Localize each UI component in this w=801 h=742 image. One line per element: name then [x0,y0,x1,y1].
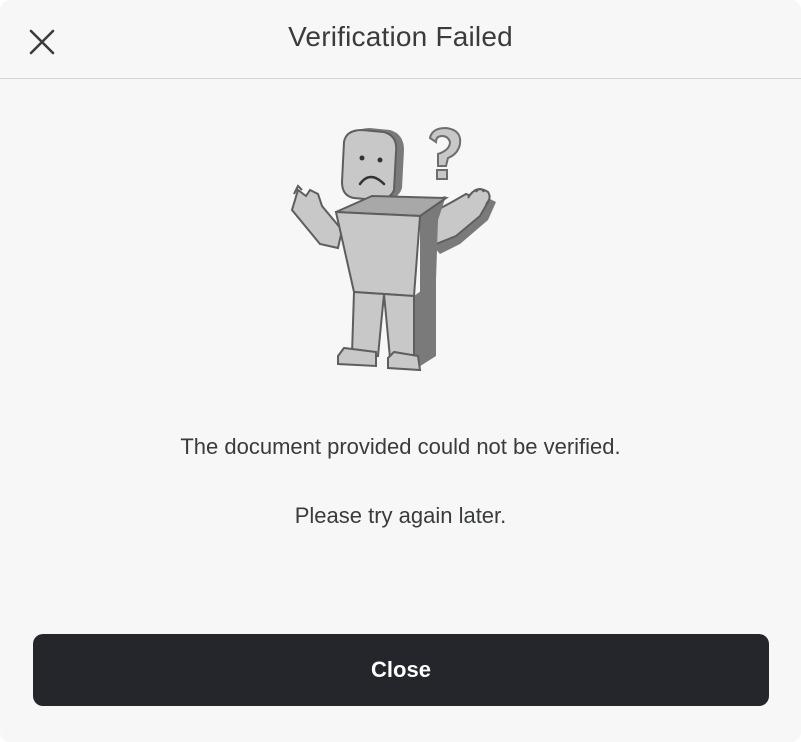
question-mark-icon [428,126,462,180]
error-message-primary: The document provided could not be verif… [180,434,621,459]
error-message-secondary: Please try again later. [294,503,507,528]
dialog-title: Verification Failed [288,21,513,52]
verification-failed-dialog: Verification Failed The document provide… [0,0,801,742]
close-button[interactable]: Close [33,634,769,706]
dialog-header: Verification Failed [0,0,801,79]
confused-figure-illustration [280,120,520,380]
